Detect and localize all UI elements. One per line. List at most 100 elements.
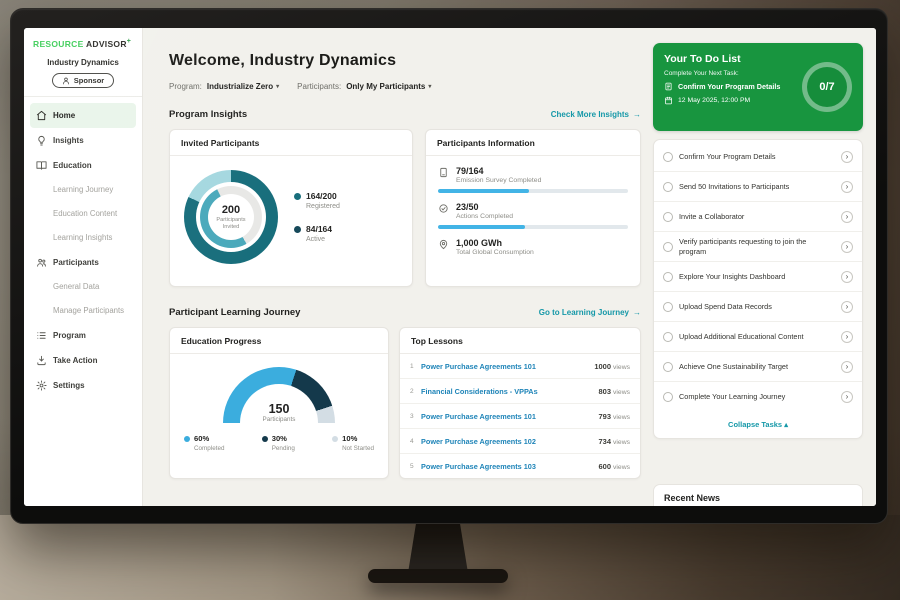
sidebar-item-program[interactable]: Program bbox=[30, 323, 136, 348]
org-name: Industry Dynamics bbox=[24, 58, 142, 67]
chevron-right-icon[interactable]: › bbox=[841, 151, 853, 163]
chevron-right-icon[interactable]: › bbox=[841, 391, 853, 403]
program-filter-dropdown[interactable]: Industrialize Zero ▾ bbox=[207, 82, 279, 91]
sidebar-item-home[interactable]: Home bbox=[30, 103, 136, 128]
lesson-link[interactable]: Financial Considerations - VPPAs bbox=[421, 387, 598, 396]
lesson-views: 803views bbox=[598, 387, 630, 396]
survey-icon bbox=[438, 167, 449, 178]
filter-bar: Program: Industrialize Zero ▾ Participan… bbox=[169, 82, 641, 91]
legend-dot bbox=[262, 436, 268, 442]
list-icon bbox=[36, 330, 47, 341]
task-checkbox[interactable] bbox=[663, 392, 673, 402]
todo-header-card: Your To Do List Complete Your Next Task:… bbox=[653, 43, 863, 131]
chevron-down-icon: ▾ bbox=[428, 83, 431, 90]
participants-filter-dropdown[interactable]: Only My Participants ▾ bbox=[346, 82, 431, 91]
invited-participants-card: Invited Participants 200 Participants In… bbox=[169, 129, 413, 287]
collapse-tasks-button[interactable]: Collapse Tasks ▴ bbox=[654, 412, 862, 436]
donut-center-caption: Participants Invited bbox=[212, 217, 250, 230]
lesson-link[interactable]: Power Purchase Agreements 101 bbox=[421, 362, 594, 371]
chevron-right-icon[interactable]: › bbox=[841, 181, 853, 193]
task-row-send-invitations[interactable]: Send 50 Invitations to Participants › bbox=[654, 172, 862, 202]
sidebar-item-learning-journey[interactable]: Learning Journey bbox=[30, 178, 136, 202]
task-row-upload-spend-data[interactable]: Upload Spend Data Records › bbox=[654, 292, 862, 322]
task-checkbox[interactable] bbox=[663, 272, 673, 282]
gauge-center-value: 150 bbox=[223, 402, 335, 416]
chevron-right-icon[interactable]: › bbox=[841, 241, 853, 253]
views-word: views bbox=[613, 364, 630, 371]
invited-card-body: 200 Participants Invited 164/200 Registe… bbox=[170, 156, 412, 264]
legend-completed: 60% Completed bbox=[184, 434, 224, 452]
task-checkbox[interactable] bbox=[663, 332, 673, 342]
lesson-link[interactable]: Power Purchase Agreements 101 bbox=[421, 412, 598, 421]
sidebar-item-settings[interactable]: Settings bbox=[30, 373, 136, 398]
task-checkbox[interactable] bbox=[663, 362, 673, 372]
task-label: Invite a Collaborator bbox=[679, 207, 835, 226]
task-checkbox[interactable] bbox=[663, 152, 673, 162]
sidebar-item-learning-insights[interactable]: Learning Insights bbox=[30, 226, 136, 250]
chevron-right-icon[interactable]: › bbox=[841, 271, 853, 283]
sidebar-item-label: General Data bbox=[53, 282, 99, 291]
views-word: views bbox=[613, 439, 630, 446]
task-checkbox[interactable] bbox=[663, 302, 673, 312]
consumption-row: 1,000 GWh Total Global Consumption bbox=[438, 238, 628, 256]
lesson-link[interactable]: Power Purchase Agreements 102 bbox=[421, 437, 598, 446]
task-row-explore-insights[interactable]: Explore Your Insights Dashboard › bbox=[654, 262, 862, 292]
todo-next-task[interactable]: Confirm Your Program Details bbox=[664, 82, 800, 91]
lesson-row: 3 Power Purchase Agreements 101 793views bbox=[400, 404, 640, 429]
task-row-complete-learning-journey[interactable]: Complete Your Learning Journey › bbox=[654, 382, 862, 412]
views-word: views bbox=[613, 414, 630, 421]
legend-pending: 30% Pending bbox=[262, 434, 295, 452]
legend-value: 164/200 bbox=[306, 191, 337, 201]
task-label: Confirm Your Program Details bbox=[679, 147, 835, 166]
sidebar-item-general-data[interactable]: General Data bbox=[30, 275, 136, 299]
legend-value: 84/164 bbox=[306, 224, 332, 234]
monitor-stand-base bbox=[368, 569, 508, 583]
lessons-card-title: Top Lessons bbox=[400, 328, 640, 354]
lesson-views: 600views bbox=[598, 462, 630, 471]
task-row-confirm-program[interactable]: Confirm Your Program Details › bbox=[654, 142, 862, 172]
sidebar-item-insights[interactable]: Insights bbox=[30, 128, 136, 153]
arrow-right-icon: → bbox=[633, 308, 641, 317]
lesson-link[interactable]: Power Purchase Agreements 103 bbox=[421, 462, 598, 471]
check-more-insights-link[interactable]: Check More Insights → bbox=[551, 110, 641, 119]
collapse-label: Collapse Tasks bbox=[728, 420, 782, 429]
task-checkbox[interactable] bbox=[663, 242, 673, 252]
sidebar-item-label: Education Content bbox=[53, 209, 117, 218]
task-row-achieve-target[interactable]: Achieve One Sustainability Target › bbox=[654, 352, 862, 382]
program-filter-label: Program: bbox=[169, 82, 202, 91]
lesson-views: 734views bbox=[598, 437, 630, 446]
go-to-learning-journey-link[interactable]: Go to Learning Journey → bbox=[539, 308, 641, 317]
chevron-right-icon[interactable]: › bbox=[841, 301, 853, 313]
sidebar-item-label: Insights bbox=[53, 136, 84, 145]
sidebar-item-education-content[interactable]: Education Content bbox=[30, 202, 136, 226]
task-row-verify-participants[interactable]: Verify participants requesting to join t… bbox=[654, 232, 862, 262]
sidebar-item-manage-participants[interactable]: Manage Participants bbox=[30, 299, 136, 323]
actions-completed-row: 23/50 Actions Completed bbox=[438, 202, 628, 229]
sidebar-item-take-action[interactable]: Take Action bbox=[30, 348, 136, 373]
sidebar-item-participants[interactable]: Participants bbox=[30, 250, 136, 275]
sidebar-item-education[interactable]: Education bbox=[30, 153, 136, 178]
chevron-right-icon[interactable]: › bbox=[841, 361, 853, 373]
chevron-right-icon[interactable]: › bbox=[841, 211, 853, 223]
home-icon bbox=[36, 110, 47, 121]
sidebar-item-label: Home bbox=[53, 111, 75, 120]
task-label: Verify participants requesting to join t… bbox=[679, 232, 835, 261]
program-filter-value: Industrialize Zero bbox=[207, 82, 273, 91]
task-row-invite-collaborator[interactable]: Invite a Collaborator › bbox=[654, 202, 862, 232]
task-checkbox[interactable] bbox=[663, 182, 673, 192]
chevron-right-icon[interactable]: › bbox=[841, 331, 853, 343]
participants-filter-label: Participants: bbox=[297, 82, 341, 91]
lightbulb-icon bbox=[36, 135, 47, 146]
sponsor-badge[interactable]: Sponsor bbox=[52, 73, 114, 88]
recent-news-title: Recent News bbox=[664, 493, 852, 503]
chevron-up-icon: ▴ bbox=[784, 420, 788, 429]
lesson-views: 793views bbox=[598, 412, 630, 421]
people-icon bbox=[36, 257, 47, 268]
legend-dot bbox=[184, 436, 190, 442]
emission-survey-row: 79/164 Emission Survey Completed bbox=[438, 166, 628, 193]
task-row-upload-educational-content[interactable]: Upload Additional Educational Content › bbox=[654, 322, 862, 352]
sidebar-nav: Home Insights Education Learning Journey… bbox=[24, 97, 142, 398]
views-count: 793 bbox=[598, 412, 611, 421]
brand-plus: + bbox=[127, 38, 131, 45]
task-checkbox[interactable] bbox=[663, 212, 673, 222]
